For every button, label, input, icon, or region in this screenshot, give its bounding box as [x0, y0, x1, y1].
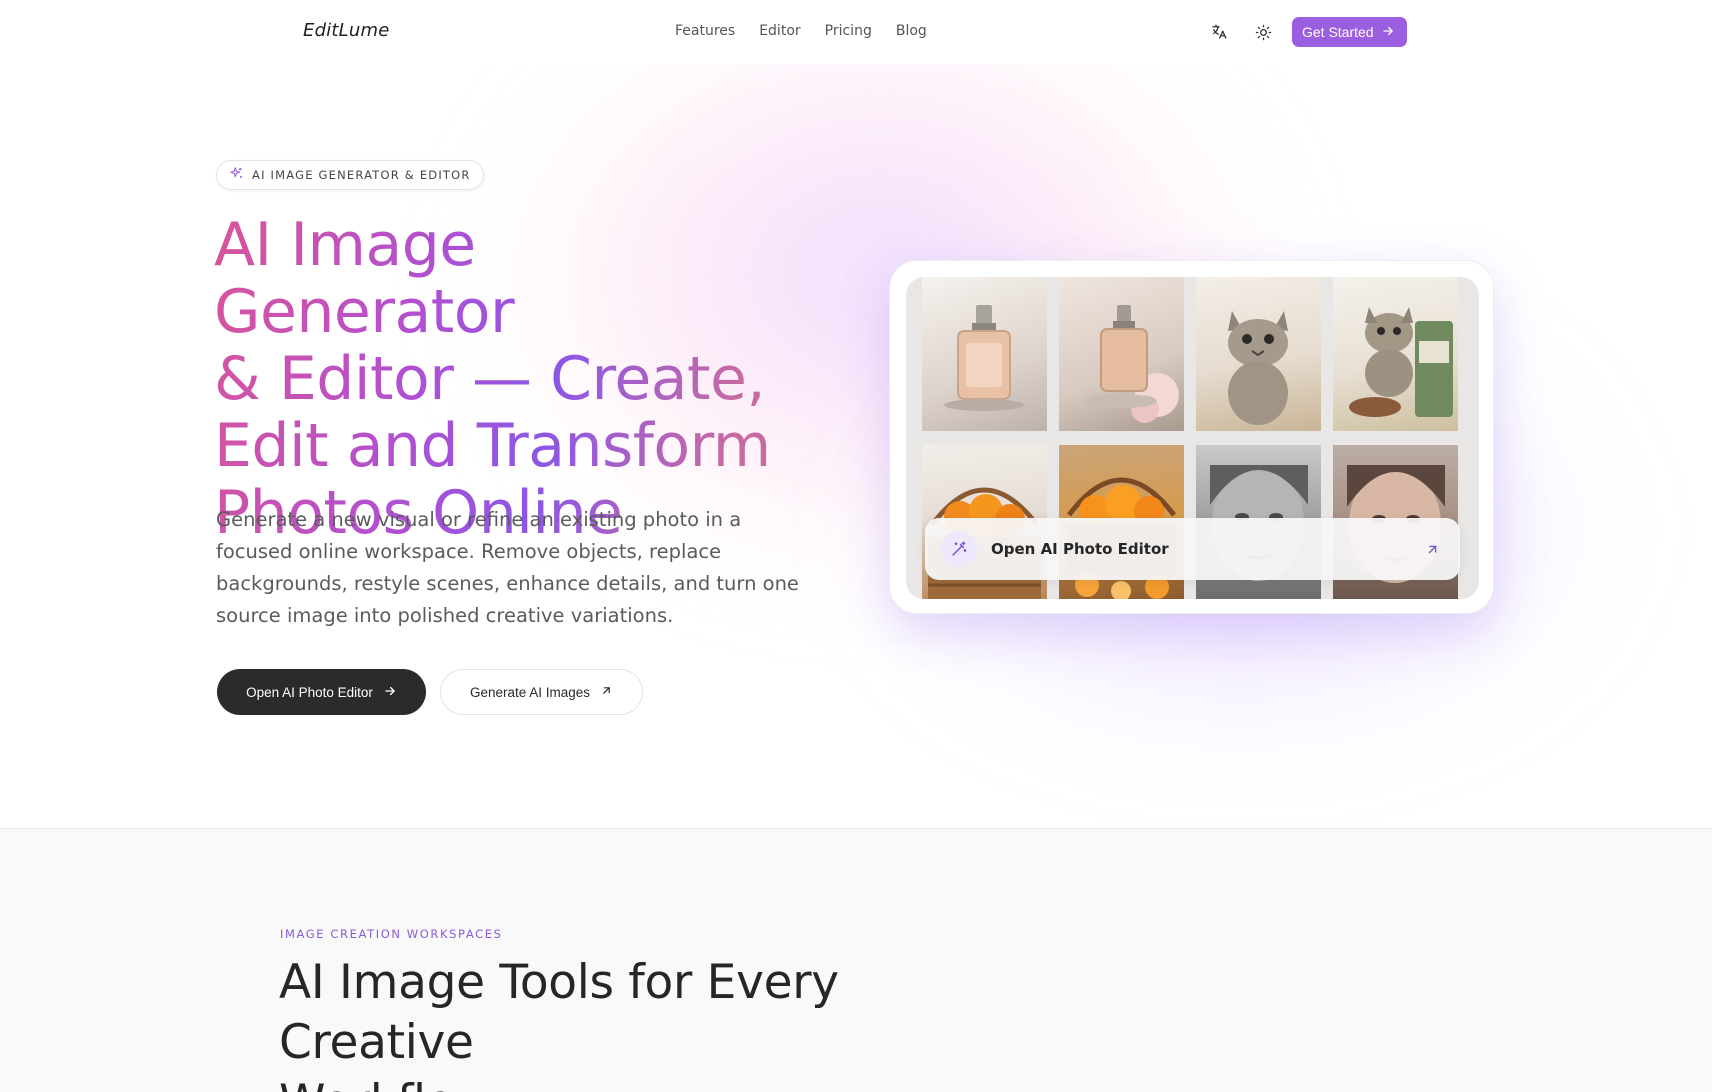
site-header: EditLume Features Editor Pricing Blog Ge… [0, 0, 1712, 64]
nav-item-editor[interactable]: Editor [759, 23, 800, 39]
hero-title-line: & Editor — Create, [214, 344, 766, 414]
image-grid: Open AI Photo Editor [906, 277, 1479, 599]
kitten-image [1196, 277, 1321, 431]
generate-images-button[interactable]: Generate AI Images [440, 669, 643, 715]
hero-description: Generate a new visual or refine an exist… [216, 508, 799, 627]
translate-icon[interactable] [1207, 20, 1231, 44]
nav-item-blog[interactable]: Blog [896, 23, 927, 39]
perfume-flowers-image [1059, 277, 1184, 431]
arrow-right-icon [1381, 24, 1395, 41]
main-nav: Features Editor Pricing Blog [675, 23, 927, 39]
section-title: AI Image Tools for Every Creative Workfl… [279, 953, 1039, 1092]
badge-label: AI IMAGE GENERATOR & EDITOR [252, 168, 471, 182]
hero-badge: AI IMAGE GENERATOR & EDITOR [216, 160, 484, 190]
nav-item-features[interactable]: Features [675, 23, 735, 39]
section-eyebrow: IMAGE CREATION WORKSPACES [280, 927, 503, 941]
get-started-label: Get Started [1302, 24, 1374, 40]
get-started-button[interactable]: Get Started [1292, 17, 1407, 47]
arrow-up-right-icon [600, 684, 613, 700]
section-title-line: AI Image Tools for Every Creative [279, 955, 839, 1070]
sun-icon[interactable] [1251, 20, 1275, 44]
hero-title-line: Edit and Transform [214, 411, 771, 481]
image-tools-section: IMAGE CREATION WORKSPACES AI Image Tools… [0, 828, 1712, 1092]
section-title-line: Workflow [279, 1073, 1039, 1092]
kitten-cat-food-image [1333, 277, 1458, 431]
open-photo-editor-button[interactable]: Open AI Photo Editor [217, 669, 426, 715]
pill-label: Open AI Photo Editor [991, 540, 1169, 558]
magic-wand-icon [941, 531, 977, 567]
editor-showcase-card: Open AI Photo Editor [889, 260, 1494, 614]
open-photo-editor-label: Open AI Photo Editor [246, 684, 373, 700]
sparkle-icon [229, 166, 244, 185]
nav-item-pricing[interactable]: Pricing [825, 23, 872, 39]
arrow-right-icon [383, 684, 397, 701]
logo[interactable]: EditLume [303, 20, 390, 41]
hero-title: AI Image Generator & Editor — Create, Ed… [214, 212, 774, 547]
open-photo-editor-pill[interactable]: Open AI Photo Editor [925, 518, 1460, 580]
arrow-up-right-icon [1420, 537, 1444, 561]
generate-images-label: Generate AI Images [469, 684, 591, 700]
hero-title-line: AI Image Generator [214, 210, 515, 347]
perfume-bottle-image [922, 277, 1047, 431]
